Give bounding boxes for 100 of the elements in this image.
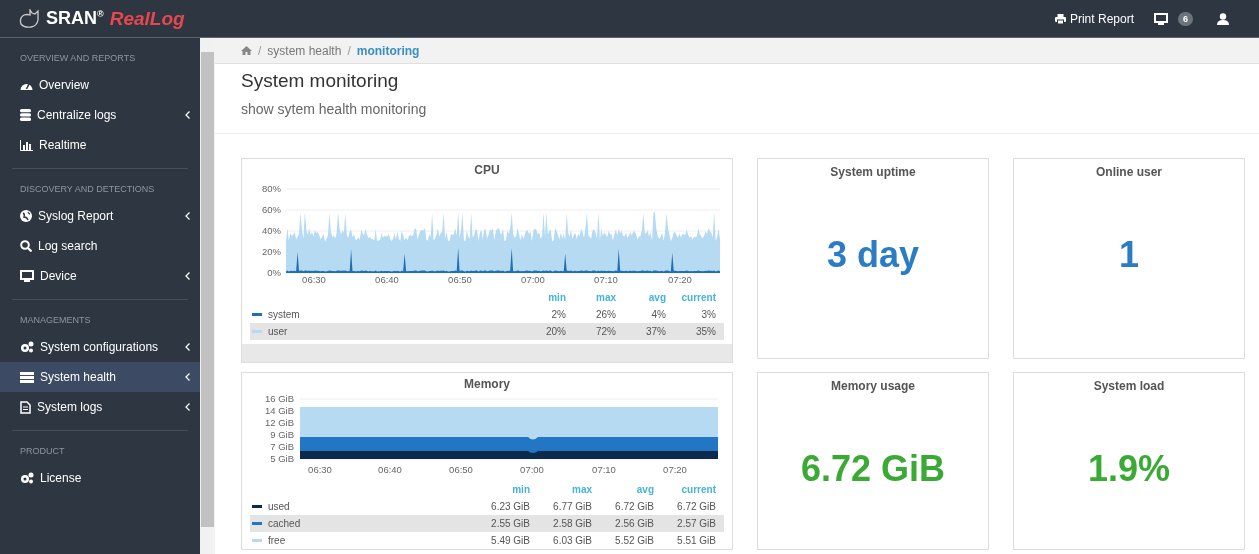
legend-value: 35% bbox=[695, 326, 716, 337]
stat-value: 3 day bbox=[826, 234, 920, 276]
series-name: free bbox=[268, 535, 286, 546]
series-name: cached bbox=[268, 518, 301, 529]
section-heading: PRODUCT bbox=[19, 445, 66, 458]
sidebar-item[interactable]: System logs bbox=[0, 392, 200, 422]
legend-value: 3% bbox=[700, 309, 716, 320]
series-name: user bbox=[268, 326, 288, 337]
bar-chart-icon bbox=[20, 139, 33, 151]
axis-label: 12 GiB bbox=[264, 417, 294, 428]
legend-value: 6.72 GiB bbox=[614, 501, 654, 512]
legend-value: 26% bbox=[595, 309, 616, 320]
legend-value: 2% bbox=[550, 309, 566, 320]
sidebar-item[interactable]: System configurations bbox=[0, 332, 200, 362]
server-icon bbox=[20, 371, 34, 383]
card-title: System load bbox=[1093, 378, 1165, 393]
axis-label: 07:20 bbox=[668, 274, 692, 285]
legend-value: 37% bbox=[645, 326, 666, 337]
breadcrumb-separator: / bbox=[347, 43, 351, 58]
legend-value: 2.57 GiB bbox=[676, 518, 716, 529]
product-name: RealLog bbox=[109, 7, 185, 30]
breadcrumb-separator: / bbox=[258, 43, 262, 58]
axis-label: 80% bbox=[262, 183, 281, 194]
cat-logo-icon bbox=[18, 8, 40, 29]
column-header: current bbox=[680, 484, 716, 495]
printer-icon bbox=[1054, 13, 1066, 24]
page-title: System monitoring bbox=[241, 70, 400, 92]
axis-label: 40% bbox=[262, 225, 281, 236]
section-heading: DISCOVERY AND DETECTIONS bbox=[19, 183, 156, 196]
monitor-icon bbox=[20, 270, 34, 282]
axis-label: 20% bbox=[262, 246, 281, 257]
legend-value: 72% bbox=[595, 326, 616, 337]
sidebar-item[interactable]: Syslog Report bbox=[0, 201, 200, 231]
search-icon bbox=[20, 240, 32, 252]
sidebar-item[interactable]: System health bbox=[0, 362, 200, 392]
column-header: avg bbox=[647, 292, 666, 303]
user-icon[interactable] bbox=[1217, 12, 1229, 25]
legend-value: 5.49 GiB bbox=[490, 535, 530, 546]
legend-value: 20% bbox=[545, 326, 566, 337]
stat-value: 1 bbox=[1119, 234, 1139, 276]
print-report-link[interactable]: Print Report bbox=[1054, 11, 1134, 26]
axis-label: 5 GiB bbox=[270, 453, 294, 464]
axis-label: 06:40 bbox=[378, 464, 402, 475]
axis-label: 16 GiB bbox=[264, 393, 294, 404]
section-heading: MANAGEMENTS bbox=[19, 314, 92, 327]
sidebar-item[interactable]: Device bbox=[0, 261, 200, 291]
card-title: Online user bbox=[1096, 164, 1162, 179]
axis-label: 9 GiB bbox=[270, 429, 294, 440]
sidebar-item[interactable]: Realtime bbox=[0, 130, 200, 160]
card-title: Memory bbox=[463, 376, 511, 391]
brand-name: SRAN$^{®}$ bbox=[46, 8, 104, 29]
column-header: min bbox=[511, 484, 530, 495]
page-subtitle: show sytem health monitoring bbox=[241, 101, 428, 117]
sidebar-item[interactable]: Centralize logs bbox=[0, 100, 200, 130]
legend-value: 6.03 GiB bbox=[552, 535, 592, 546]
stat-value: 6.72 GiB bbox=[800, 448, 946, 490]
axis-label: 07:10 bbox=[592, 464, 616, 475]
monitor-icon[interactable] bbox=[1154, 12, 1168, 25]
axis-label: 07:10 bbox=[594, 274, 618, 285]
document-icon bbox=[20, 400, 31, 414]
axis-label: 60% bbox=[262, 204, 281, 215]
series-name: used bbox=[268, 501, 290, 512]
axis-label: 06:30 bbox=[308, 464, 332, 475]
legend-value: 6.77 GiB bbox=[552, 501, 592, 512]
column-header: min bbox=[547, 292, 566, 303]
card-title: Memory usage bbox=[831, 378, 915, 393]
axis-label: 06:50 bbox=[448, 274, 472, 285]
axis-label: 06:30 bbox=[302, 274, 326, 285]
legend-value: 6.72 GiB bbox=[676, 501, 716, 512]
legend-value: 2.55 GiB bbox=[490, 518, 530, 529]
gears-icon bbox=[20, 341, 34, 353]
breadcrumb-link[interactable]: system health bbox=[267, 43, 342, 58]
gears-icon bbox=[20, 472, 34, 484]
column-header: max bbox=[571, 484, 592, 495]
database-icon bbox=[20, 109, 31, 121]
sidebar-item[interactable]: License bbox=[0, 463, 200, 493]
axis-label: 07:00 bbox=[520, 464, 544, 475]
column-header: current bbox=[680, 292, 716, 303]
notification-badge: 6 bbox=[1178, 11, 1193, 26]
home-icon[interactable] bbox=[241, 46, 252, 55]
column-header: avg bbox=[635, 484, 654, 495]
axis-label: 7 GiB bbox=[270, 441, 294, 452]
axis-label: 06:50 bbox=[449, 464, 473, 475]
card-title: CPU bbox=[473, 162, 501, 177]
axis-label: 0% bbox=[267, 267, 281, 278]
legend-value: 5.52 GiB bbox=[614, 535, 654, 546]
series-name: system bbox=[268, 309, 300, 320]
axis-label: 14 GiB bbox=[264, 405, 294, 416]
sidebar-item[interactable]: Overview bbox=[0, 70, 200, 100]
column-header: max bbox=[595, 292, 616, 303]
legend-value: 2.58 GiB bbox=[552, 518, 592, 529]
card-title: System uptime bbox=[830, 164, 916, 179]
stat-value: 1.9% bbox=[1087, 448, 1171, 490]
scrollbar-thumb[interactable] bbox=[201, 52, 214, 527]
legend-value: 5.51 GiB bbox=[676, 535, 716, 546]
sidebar-item[interactable]: Log search bbox=[0, 231, 200, 261]
axis-label: 07:00 bbox=[521, 274, 545, 285]
section-heading: OVERVIEW AND REPORTS bbox=[19, 52, 137, 65]
axis-label: 06:40 bbox=[375, 274, 399, 285]
axis-label: 07:20 bbox=[663, 464, 687, 475]
